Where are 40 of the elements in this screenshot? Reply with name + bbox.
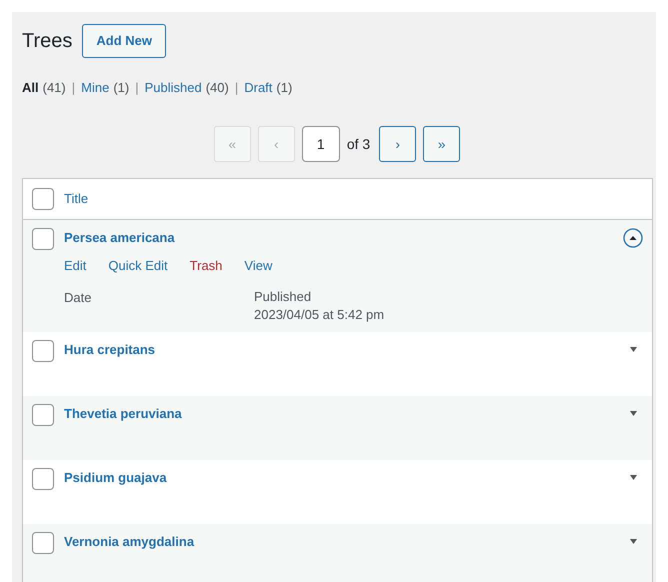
post-date: 2023/04/05 at 5:42 pm: [254, 306, 384, 324]
row-checkbox[interactable]: [32, 404, 54, 426]
filter-link[interactable]: All: [22, 78, 39, 98]
expand-icon: [630, 411, 636, 416]
filter-link[interactable]: Draft: [244, 78, 272, 98]
filter-count: (40): [206, 79, 229, 98]
post-title-link[interactable]: Psidium guajava: [64, 468, 613, 488]
row-checkbox[interactable]: [32, 468, 54, 490]
filter-separator: |: [72, 79, 76, 98]
filter-link[interactable]: Published: [144, 78, 202, 98]
expand-icon: [630, 347, 636, 352]
filter-separator: |: [234, 79, 238, 98]
post-title-link[interactable]: Hura crepitans: [64, 340, 613, 360]
row-action-link[interactable]: Edit: [64, 256, 86, 276]
row-checkbox[interactable]: [32, 228, 54, 250]
date-label: Date: [64, 288, 92, 306]
filter-count: (41): [42, 79, 66, 98]
row-action-link[interactable]: Trash: [190, 256, 222, 276]
next-page-button[interactable]: ›: [379, 126, 416, 162]
filter-count: (1): [113, 79, 130, 98]
page-count: of 3: [346, 134, 370, 154]
row-checkbox[interactable]: [32, 340, 54, 362]
row-action-link[interactable]: View: [244, 256, 272, 276]
filter-link[interactable]: Mine: [81, 78, 110, 98]
toggle-row-button[interactable]: [623, 228, 643, 248]
row-checkbox[interactable]: [32, 532, 54, 554]
filter-separator: |: [135, 79, 139, 98]
expand-icon: [630, 539, 636, 544]
expand-icon: [630, 475, 636, 480]
post-status: Published: [254, 288, 312, 306]
collapse-icon: [623, 228, 643, 248]
row-action-link[interactable]: Quick Edit: [108, 256, 168, 276]
last-page-button[interactable]: »: [423, 126, 460, 162]
post-title-link[interactable]: Persea americana: [64, 228, 613, 248]
page-number-field[interactable]: 1: [302, 126, 340, 162]
page-title: Trees: [22, 29, 72, 54]
add-new-button[interactable]: Add New: [82, 24, 166, 58]
select-all-checkbox[interactable]: [32, 188, 54, 210]
title-column-header[interactable]: Title: [64, 189, 88, 209]
filter-count: (1): [276, 79, 292, 98]
